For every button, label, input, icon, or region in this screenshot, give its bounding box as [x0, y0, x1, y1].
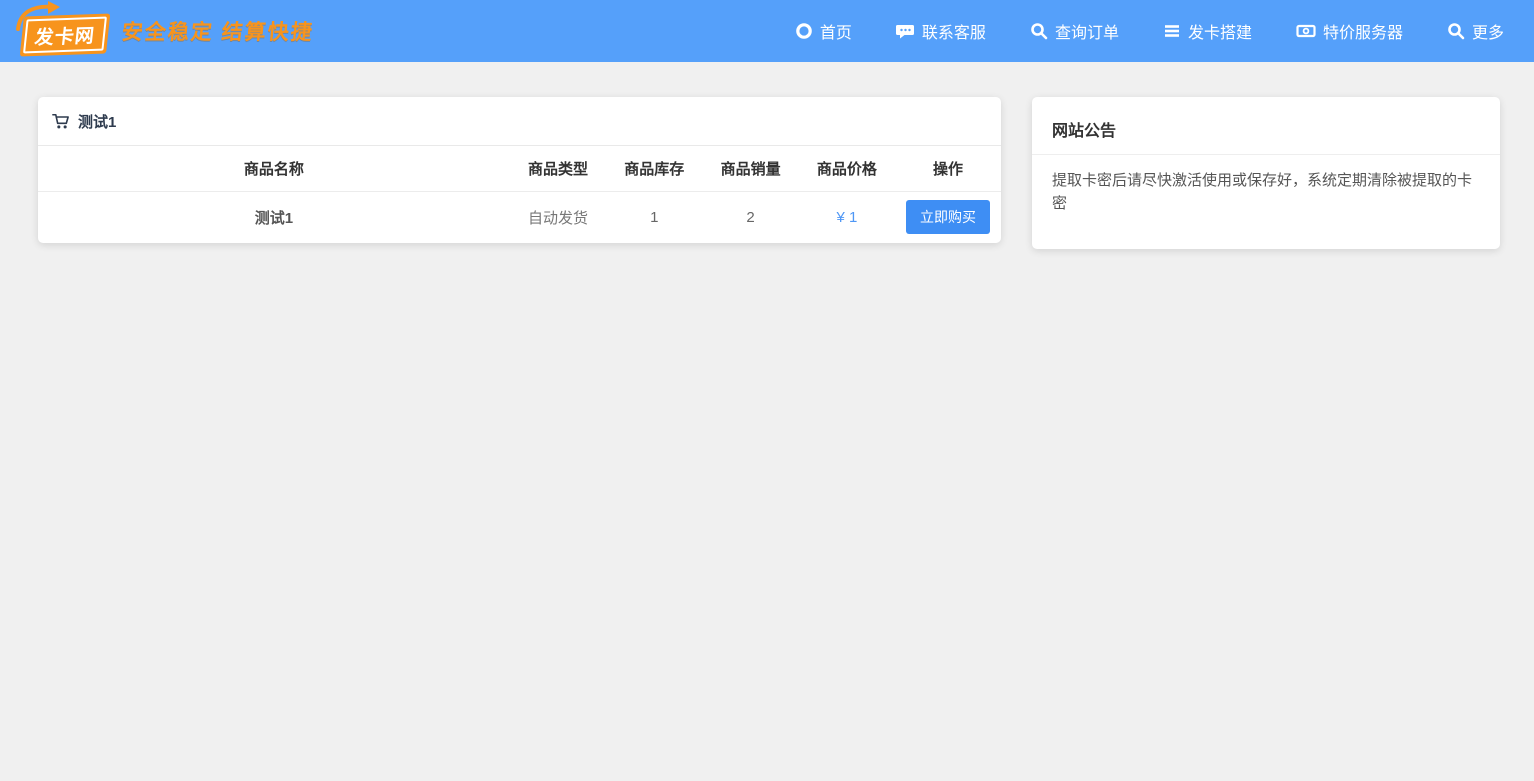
- col-header-product-price: 商品价格: [799, 146, 895, 191]
- nav-label: 特价服务器: [1323, 19, 1403, 43]
- product-sales-cell: 2: [702, 191, 798, 243]
- col-header-product-sales: 商品销量: [702, 146, 798, 191]
- buy-now-button[interactable]: 立即购买: [906, 200, 990, 234]
- search-icon: [1030, 22, 1048, 40]
- nav-item-discount-servers[interactable]: 特价服务器: [1296, 19, 1403, 43]
- comment-icon: [896, 22, 915, 40]
- money-icon: [1296, 22, 1316, 40]
- product-group-title: 测试1: [78, 111, 116, 132]
- col-header-action: 操作: [895, 146, 1001, 191]
- top-navbar: 发卡网 安全稳定 结算快捷 首页 联系客服: [0, 0, 1534, 62]
- product-card-header: 测试1: [38, 97, 1001, 146]
- table-header-row: 商品名称 商品类型 商品库存 商品销量 商品价格 操作: [38, 146, 1001, 191]
- list-icon: [1163, 22, 1181, 40]
- nav-label: 联系客服: [922, 19, 986, 43]
- nav-item-card-site-builder[interactable]: 发卡搭建: [1163, 19, 1252, 43]
- nav-item-more[interactable]: 更多: [1447, 19, 1504, 43]
- col-header-product-name: 商品名称: [38, 146, 510, 191]
- circle-icon: [795, 22, 813, 40]
- announcement-title: 网站公告: [1032, 97, 1500, 155]
- action-cell: 立即购买: [895, 191, 1001, 243]
- nav-label: 更多: [1472, 19, 1504, 43]
- logo-text: 发卡网: [33, 20, 96, 49]
- product-type-cell: 自动发货: [510, 191, 606, 243]
- sidebar-column: 网站公告 提取卡密后请尽快激活使用或保存好，系统定期清除被提取的卡密: [1032, 97, 1500, 249]
- nav-label: 发卡搭建: [1188, 19, 1252, 43]
- search-icon: [1447, 22, 1465, 40]
- cart-icon: [52, 113, 70, 130]
- main-nav: 首页 联系客服 查询订单 发卡搭建: [751, 19, 1504, 43]
- nav-item-order-lookup[interactable]: 查询订单: [1030, 19, 1119, 43]
- announcement-card: 网站公告 提取卡密后请尽快激活使用或保存好，系统定期清除被提取的卡密: [1032, 97, 1500, 249]
- product-price-cell: ¥ 1: [799, 191, 895, 243]
- product-name-cell: 测试1: [38, 191, 510, 243]
- nav-label: 查询订单: [1055, 19, 1119, 43]
- nav-item-home[interactable]: 首页: [795, 19, 852, 43]
- table-row: 测试1 自动发货 1 2 ¥ 1 立即购买: [38, 191, 1001, 243]
- announcement-text: 提取卡密后请尽快激活使用或保存好，系统定期清除被提取的卡密: [1032, 155, 1500, 249]
- logo-badge: 发卡网: [12, 5, 116, 57]
- logo-tagline: 安全稳定 结算快捷: [120, 16, 315, 46]
- product-card: 测试1 商品名称 商品类型 商品库存 商品销量 商品价格 操作: [38, 97, 1001, 243]
- page-content: 测试1 商品名称 商品类型 商品库存 商品销量 商品价格 操作: [38, 97, 1500, 249]
- main-column: 测试1 商品名称 商品类型 商品库存 商品销量 商品价格 操作: [38, 97, 1001, 249]
- site-logo[interactable]: 发卡网 安全稳定 结算快捷: [12, 5, 314, 57]
- col-header-product-stock: 商品库存: [606, 146, 702, 191]
- nav-label: 首页: [820, 19, 852, 43]
- col-header-product-type: 商品类型: [510, 146, 606, 191]
- nav-item-contact-support[interactable]: 联系客服: [896, 19, 986, 43]
- product-table: 商品名称 商品类型 商品库存 商品销量 商品价格 操作 测试1 自动发货 1 2: [38, 146, 1001, 243]
- product-stock-cell: 1: [606, 191, 702, 243]
